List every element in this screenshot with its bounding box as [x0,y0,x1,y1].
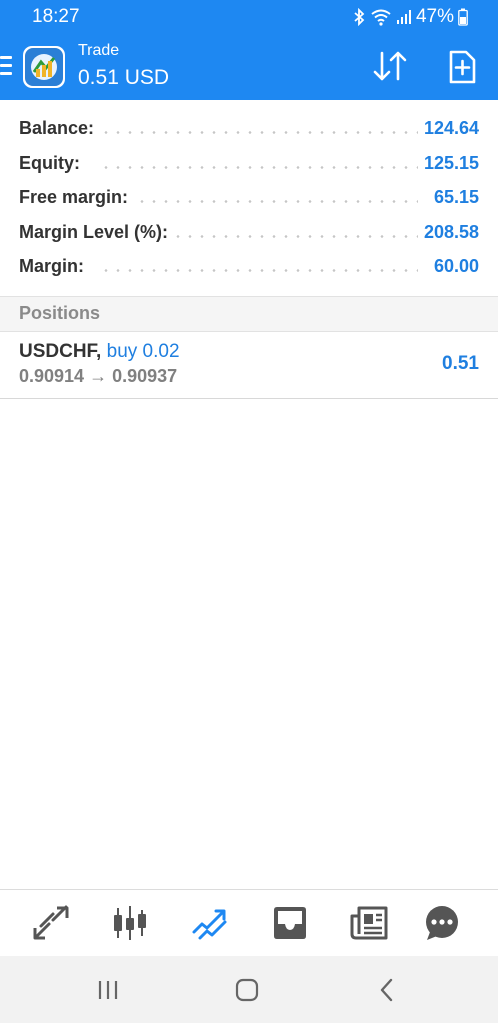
trade-icon[interactable] [190,904,230,942]
recent-apps-icon[interactable] [95,976,125,1004]
summary-row-margin: Margin: 60.00 [0,248,498,283]
summary-value: 65.15 [427,187,479,209]
system-nav-bar [0,956,498,1023]
app-bar: Trade 0.51 USD [0,34,498,100]
summary-row-equity: Equity: 125.15 [0,145,498,180]
leader-dots [100,131,418,134]
position-profit: 0.51 [442,353,479,374]
summary-value: 125.15 [417,152,479,174]
summary-label: Equity: [19,152,86,174]
position-symbol: USDCHF, [19,341,102,362]
position-title: USDCHF, buy 0.02 [19,341,180,363]
summary-value: 208.58 [417,221,479,243]
total-profit: 0.51 USD [78,66,170,89]
quotes-icon[interactable] [31,904,71,942]
status-time: 18:27 [32,6,80,27]
status-bar: 18:27 47% [0,0,498,34]
summary-value: 60.00 [427,256,479,278]
summary-value: 124.64 [417,118,479,139]
account-summary: Balance: 124.64 Equity: 125.15 Free marg… [0,110,498,283]
signal-icon [396,9,412,25]
news-icon[interactable] [350,904,390,942]
chat-icon[interactable] [422,904,462,942]
home-icon[interactable] [232,976,262,1004]
sort-icon[interactable] [370,49,410,85]
summary-row-balance: Balance: 124.64 [0,110,498,145]
summary-label: Free margin: [19,187,135,209]
position-prices: 0.90914 → 0.90937 [19,366,178,386]
leader-dots [100,200,418,204]
page-title: Trade [78,42,120,59]
position-type: buy 0.02 [106,341,180,362]
app-logo [22,45,66,89]
battery-percent: 47% [415,6,454,27]
leader-dots [100,165,418,169]
bluetooth-icon [352,8,366,26]
summary-label: Balance: [19,118,101,139]
menu-icon[interactable] [0,56,14,76]
chart-icon[interactable] [110,904,150,942]
back-icon[interactable] [372,976,402,1004]
summary-row-free-margin: Free margin: 65.15 [0,179,498,214]
position-row[interactable]: USDCHF, buy 0.02 0.90914 → 0.90937 0.51 [0,332,498,399]
status-icons: 47% [352,6,468,28]
positions-header-label: Positions [19,303,101,323]
new-order-icon[interactable] [444,49,480,85]
summary-label: Margin Level (%): [19,221,175,243]
summary-row-margin-level: Margin Level (%): 208.58 [0,214,498,249]
positions-header: Positions [0,296,498,332]
bottom-nav [0,889,498,956]
history-icon[interactable] [270,904,310,942]
wifi-icon [370,8,392,26]
summary-label: Margin: [19,256,90,278]
leader-dots [100,269,418,273]
battery-icon [458,8,468,26]
